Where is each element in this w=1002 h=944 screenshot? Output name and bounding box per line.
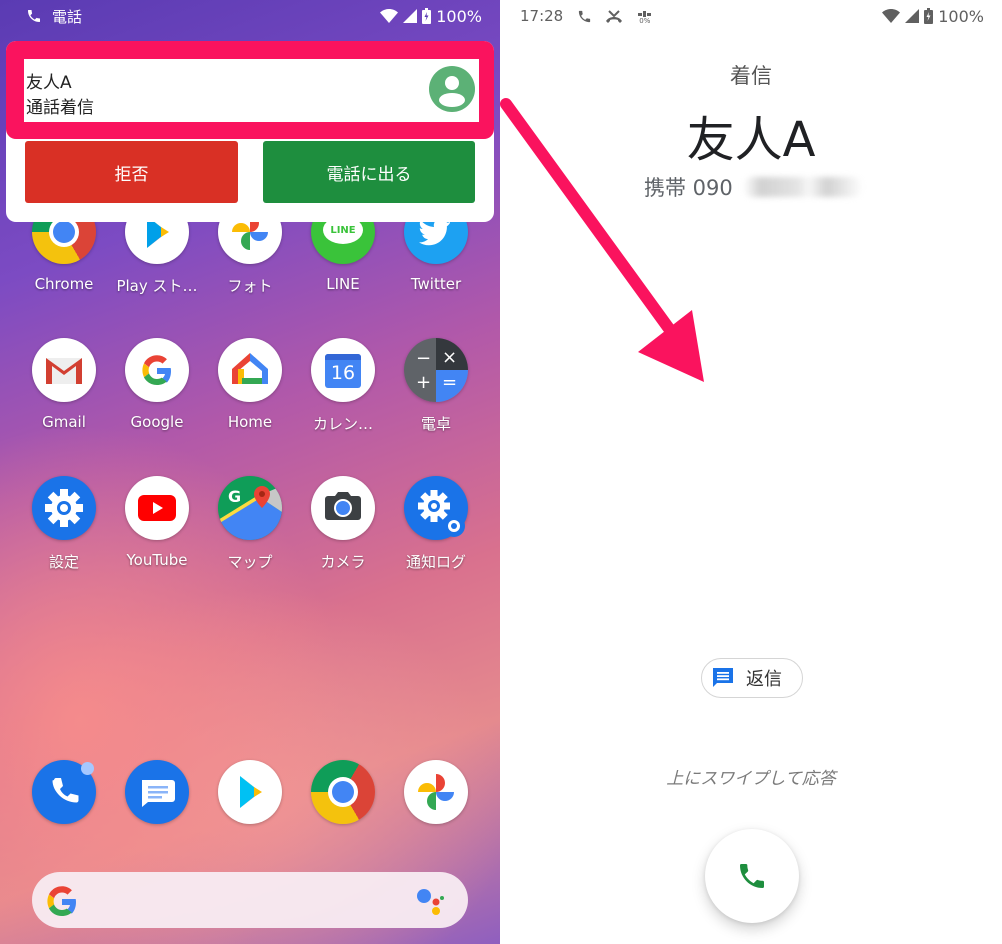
- caller-number-text: 携帯 090: [644, 176, 733, 200]
- google-assistant-icon[interactable]: [416, 886, 446, 916]
- app-home[interactable]: Home: [204, 338, 296, 431]
- notification-caller-name: 友人A: [26, 73, 72, 93]
- home-screen: 電話 100% Chrome Play スト… フォト LINE LINE Tw…: [0, 0, 500, 944]
- chrome-icon: [311, 760, 375, 824]
- camera-icon: [311, 476, 375, 540]
- wifi-icon: [380, 9, 399, 23]
- app-label: マップ: [227, 553, 273, 571]
- status-bar: 電話 100%: [0, 0, 500, 32]
- app-label: 電卓: [420, 415, 451, 433]
- status-bar: 17:28 0% 100%: [500, 0, 1002, 32]
- reject-button[interactable]: 拒否: [25, 141, 238, 203]
- notification-log-icon: [404, 476, 468, 540]
- phone-icon: [577, 9, 592, 24]
- phone-icon: [32, 760, 96, 824]
- dock-chrome[interactable]: [297, 760, 389, 824]
- missed-call-icon: [606, 9, 623, 23]
- reply-label: 返信: [746, 669, 782, 690]
- app-camera[interactable]: カメラ: [297, 476, 389, 572]
- blurred-number: [742, 177, 863, 197]
- swipe-answer-button[interactable]: [705, 829, 799, 923]
- photos-icon: [404, 760, 468, 824]
- battery-percent: 100%: [938, 6, 984, 26]
- app-label: カレン…: [312, 415, 373, 433]
- wifi-icon: [882, 9, 901, 23]
- app-label: Twitter: [410, 275, 462, 293]
- app-label: Chrome: [34, 275, 94, 293]
- notification-dot: [81, 762, 94, 775]
- dock-photos[interactable]: [390, 760, 482, 824]
- app-label: LINE: [326, 275, 360, 293]
- clock: 17:28: [520, 7, 564, 25]
- google-icon: [125, 338, 189, 402]
- answer-button[interactable]: 電話に出る: [263, 141, 475, 203]
- svg-text:G: G: [228, 487, 241, 506]
- settings-icon: [32, 476, 96, 540]
- calendar-icon: 16: [311, 338, 375, 402]
- app-google[interactable]: Google: [111, 338, 203, 431]
- google-search-bar[interactable]: [32, 872, 468, 928]
- app-label: Google: [130, 413, 184, 431]
- app-calendar[interactable]: 16 カレン…: [297, 338, 389, 434]
- notification-subtitle: 通話着信: [26, 98, 94, 118]
- caller-name: 友人A: [686, 112, 816, 168]
- message-icon: [712, 667, 734, 689]
- messages-icon: [125, 760, 189, 824]
- gmail-icon: [32, 338, 96, 402]
- app-gmail[interactable]: Gmail: [18, 338, 110, 431]
- incoming-call-screen: 17:28 0% 100% 着信 友人A 携帯 090 返信 上にスワイプして応…: [500, 0, 1002, 944]
- calendar-date: 16: [330, 362, 356, 384]
- incoming-call-label: 着信: [730, 64, 772, 88]
- play-store-icon: [218, 760, 282, 824]
- avatar-icon: [429, 66, 475, 112]
- dock-phone[interactable]: [18, 760, 110, 824]
- battery-percent: 100%: [436, 6, 482, 26]
- phone-icon: [736, 860, 768, 892]
- app-label: 通知ログ: [405, 553, 466, 571]
- app-maps[interactable]: G マップ: [204, 476, 296, 572]
- app-label: YouTube: [126, 551, 188, 569]
- battery-icon: [422, 8, 432, 24]
- app-calculator[interactable]: − × + = 電卓: [390, 338, 482, 434]
- notification-label: 電話: [52, 7, 83, 26]
- maps-icon: G: [218, 476, 282, 540]
- youtube-icon: [125, 476, 189, 540]
- app-label: カメラ: [320, 553, 366, 571]
- app-settings[interactable]: 設定: [18, 476, 110, 572]
- app-label: Play スト…: [116, 277, 198, 295]
- caller-number: 携帯 090: [644, 172, 863, 202]
- app-label: 設定: [48, 553, 79, 571]
- reply-button[interactable]: 返信: [701, 658, 803, 698]
- app-label: Home: [227, 413, 273, 431]
- google-home-icon: [218, 338, 282, 402]
- google-g-icon: [46, 885, 78, 917]
- data-saver-icon: 0%: [636, 7, 652, 25]
- app-notification-log[interactable]: 通知ログ: [390, 476, 482, 572]
- calculator-icon: − × + =: [404, 338, 468, 402]
- app-label: フォト: [227, 277, 273, 295]
- phone-icon: [26, 8, 42, 24]
- app-label: Gmail: [42, 413, 86, 431]
- swipe-hint: 上にスワイプして応答: [666, 769, 836, 789]
- signal-icon: [905, 9, 920, 23]
- app-youtube[interactable]: YouTube: [111, 476, 203, 569]
- dock-play-store[interactable]: [204, 760, 296, 824]
- signal-icon: [403, 9, 418, 23]
- battery-icon: [924, 8, 934, 24]
- dock-messages[interactable]: [111, 760, 203, 824]
